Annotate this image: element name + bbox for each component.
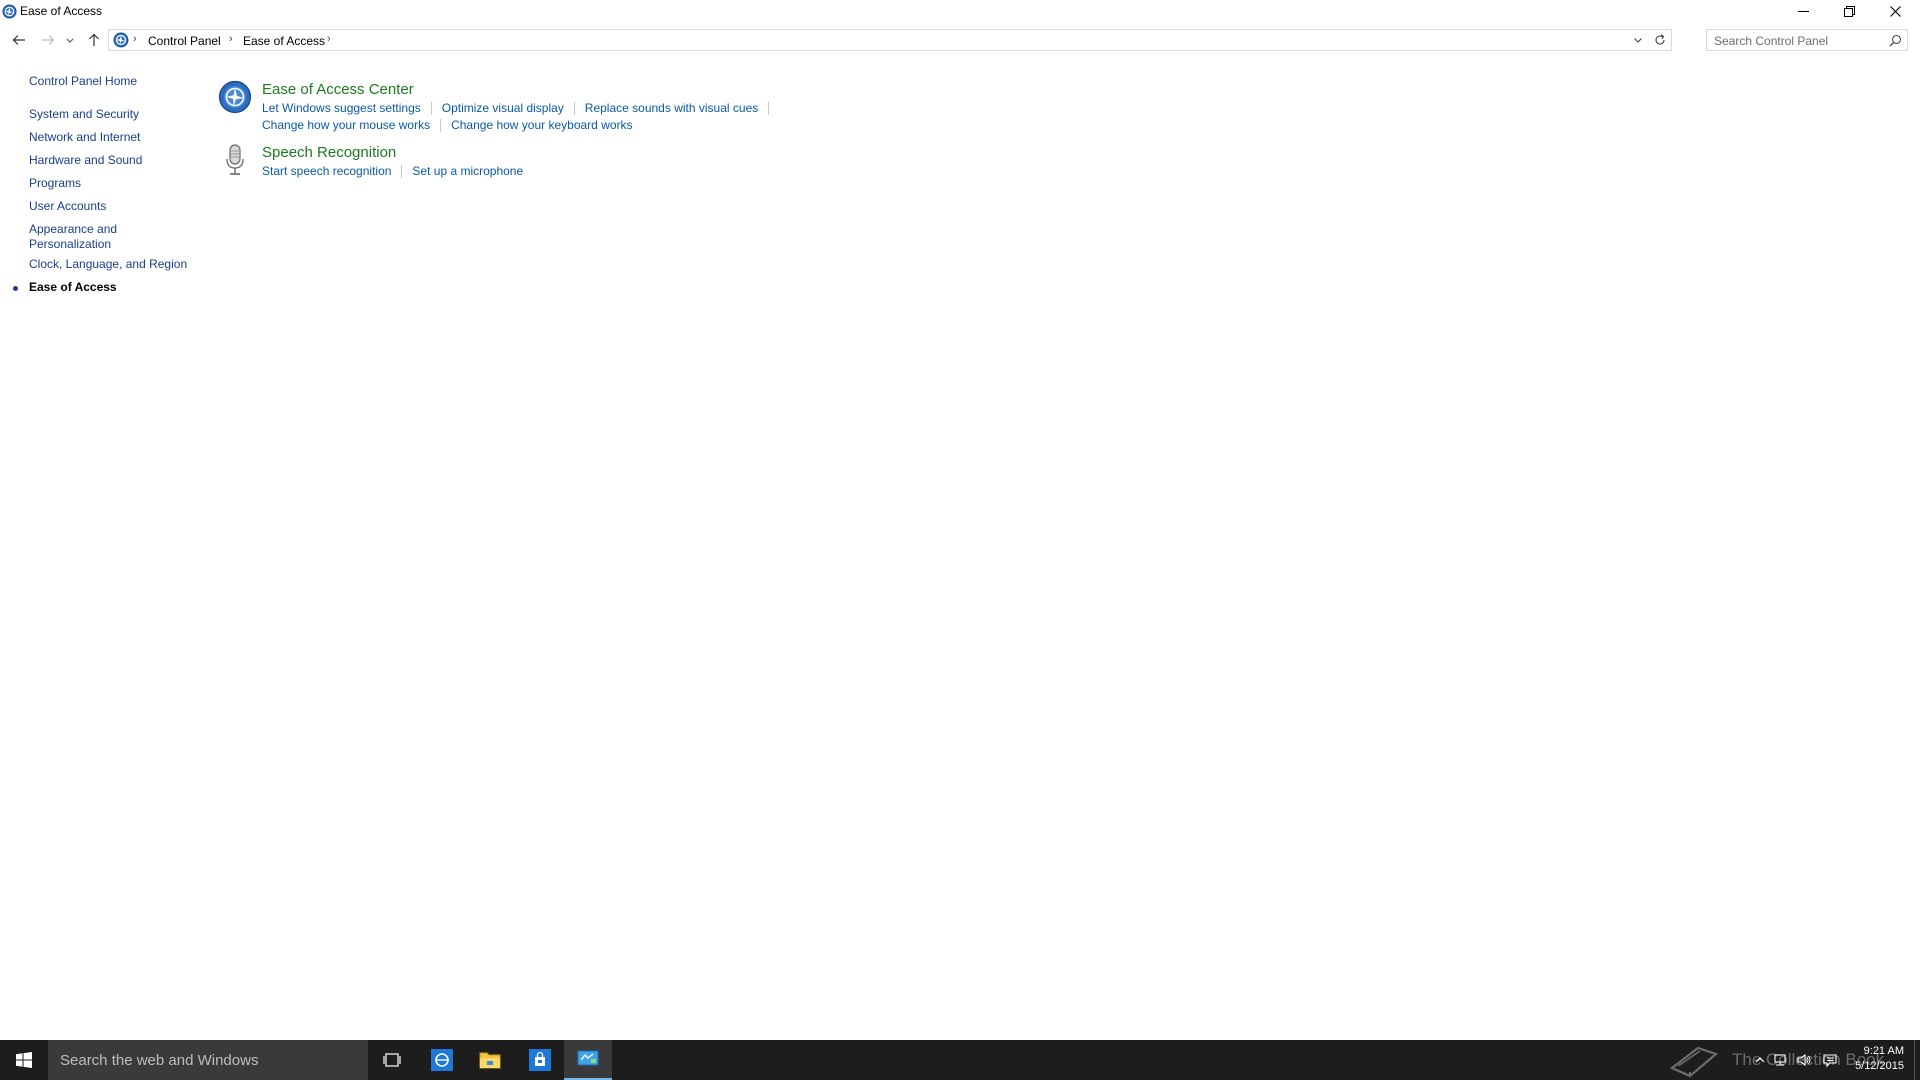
task-view-button[interactable] — [368, 1040, 416, 1080]
address-bar[interactable]: › Control Panel › Ease of Access › — [108, 29, 1672, 51]
nav-ease-of-access[interactable]: Ease of Access — [29, 280, 117, 295]
nav-hardware-and-sound[interactable]: Hardware and Sound — [29, 153, 142, 168]
show-desktop-button[interactable] — [1914, 1040, 1920, 1080]
selected-bullet — [13, 286, 18, 291]
search-icon[interactable] — [1889, 34, 1902, 47]
link-change-keyboard[interactable]: Change how your keyboard works — [451, 118, 632, 132]
link-change-mouse[interactable]: Change how your mouse works — [262, 118, 430, 132]
link-set-up-microphone[interactable]: Set up a microphone — [412, 164, 523, 178]
link-separator — [440, 119, 442, 133]
arrow-right-icon — [42, 35, 55, 45]
close-icon — [1889, 5, 1901, 17]
clock-time: 9:21 AM — [1863, 1045, 1904, 1057]
link-separator — [768, 102, 770, 116]
nav-appearance-and-personalization[interactable]: Appearance and — [29, 222, 117, 237]
breadcrumb-control-panel[interactable]: Control Panel — [148, 34, 221, 48]
start-button[interactable] — [0, 1040, 48, 1080]
taskbar-app-control-panel[interactable] — [564, 1040, 612, 1080]
store-icon — [529, 1049, 551, 1071]
taskbar-app-store[interactable] — [516, 1040, 564, 1080]
navigation-bar: › Control Panel › Ease of Access › Searc… — [0, 28, 1920, 52]
restore-button[interactable] — [1826, 0, 1872, 22]
link-separator — [573, 102, 575, 116]
book-logo-icon — [1669, 1046, 1719, 1078]
taskbar-app-file-explorer[interactable] — [466, 1040, 514, 1080]
recent-locations-button[interactable] — [62, 30, 78, 50]
chevron-right-icon[interactable]: › — [133, 33, 137, 45]
link-replace-sounds[interactable]: Replace sounds with visual cues — [585, 101, 758, 115]
microphone-icon[interactable] — [218, 143, 252, 177]
link-separator — [430, 102, 432, 116]
nav-appearance-and-personalization[interactable]: Personalization — [29, 237, 111, 252]
window-title: Ease of Access — [20, 4, 103, 18]
ease-of-access-center-links-row2: Change how your mouse works Change how yo… — [262, 118, 633, 133]
clock-date: 5/12/2015 — [1855, 1060, 1904, 1072]
restore-icon — [1843, 5, 1855, 17]
chevron-up-icon[interactable] — [1752, 1052, 1768, 1068]
control-panel-icon — [577, 1050, 599, 1066]
speech-recognition-links: Start speech recognition Set up a microph… — [262, 164, 523, 179]
minimize-icon — [1797, 10, 1809, 12]
chevron-right-icon[interactable]: › — [327, 33, 331, 45]
nav-clock-language-region[interactable]: Clock, Language, and Region — [29, 257, 187, 272]
chevron-down-icon — [66, 38, 74, 43]
up-button[interactable] — [84, 30, 104, 50]
speech-recognition-title[interactable]: Speech Recognition — [262, 144, 396, 161]
link-start-speech-recognition[interactable]: Start speech recognition — [262, 164, 391, 178]
ease-of-access-center-icon[interactable] — [218, 80, 252, 114]
address-dropdown-icon[interactable] — [1631, 33, 1645, 47]
nav-network-and-internet[interactable]: Network and Internet — [29, 130, 140, 145]
task-view-icon — [383, 1053, 401, 1067]
taskbar: Search the web and Windows The Collectio… — [0, 1040, 1920, 1080]
network-icon[interactable] — [1772, 1052, 1788, 1068]
forward-button[interactable] — [38, 30, 58, 50]
volume-icon[interactable] — [1796, 1052, 1812, 1068]
breadcrumb-ease-of-access[interactable]: Ease of Access — [243, 34, 325, 48]
nav-programs[interactable]: Programs — [29, 176, 81, 191]
control-panel-icon — [113, 32, 129, 48]
folder-icon — [479, 1052, 501, 1069]
refresh-icon[interactable] — [1653, 33, 1667, 47]
minimize-button[interactable] — [1780, 0, 1826, 22]
close-button[interactable] — [1872, 0, 1918, 22]
control-panel-home-link[interactable]: Control Panel Home — [29, 74, 137, 89]
search-placeholder: Search Control Panel — [1714, 34, 1829, 48]
link-separator — [401, 165, 403, 179]
clock[interactable]: 9:21 AM 5/12/2015 — [1848, 1044, 1904, 1074]
nav-system-and-security[interactable]: System and Security — [29, 107, 139, 122]
back-button[interactable] — [9, 30, 29, 50]
action-center-icon[interactable] — [1822, 1052, 1838, 1068]
ease-of-access-center-title[interactable]: Ease of Access Center — [262, 81, 414, 98]
ease-of-access-icon — [2, 4, 17, 19]
taskbar-search-placeholder: Search the web and Windows — [60, 1052, 259, 1069]
link-let-windows-suggest[interactable]: Let Windows suggest settings — [262, 101, 421, 115]
arrow-left-icon — [12, 35, 25, 45]
windows-logo-icon — [16, 1052, 32, 1068]
nav-user-accounts[interactable]: User Accounts — [29, 199, 106, 214]
internet-explorer-icon — [431, 1049, 453, 1071]
taskbar-search-box[interactable]: Search the web and Windows — [48, 1040, 368, 1080]
chevron-right-icon[interactable]: › — [229, 33, 233, 45]
arrow-up-icon — [89, 33, 99, 46]
link-optimize-visual-display[interactable]: Optimize visual display — [442, 101, 564, 115]
ease-of-access-center-links: Let Windows suggest settings Optimize vis… — [262, 101, 779, 116]
search-box[interactable]: Search Control Panel — [1706, 29, 1908, 51]
taskbar-app-internet-explorer[interactable] — [418, 1040, 466, 1080]
title-bar: Ease of Access — [0, 0, 1920, 24]
